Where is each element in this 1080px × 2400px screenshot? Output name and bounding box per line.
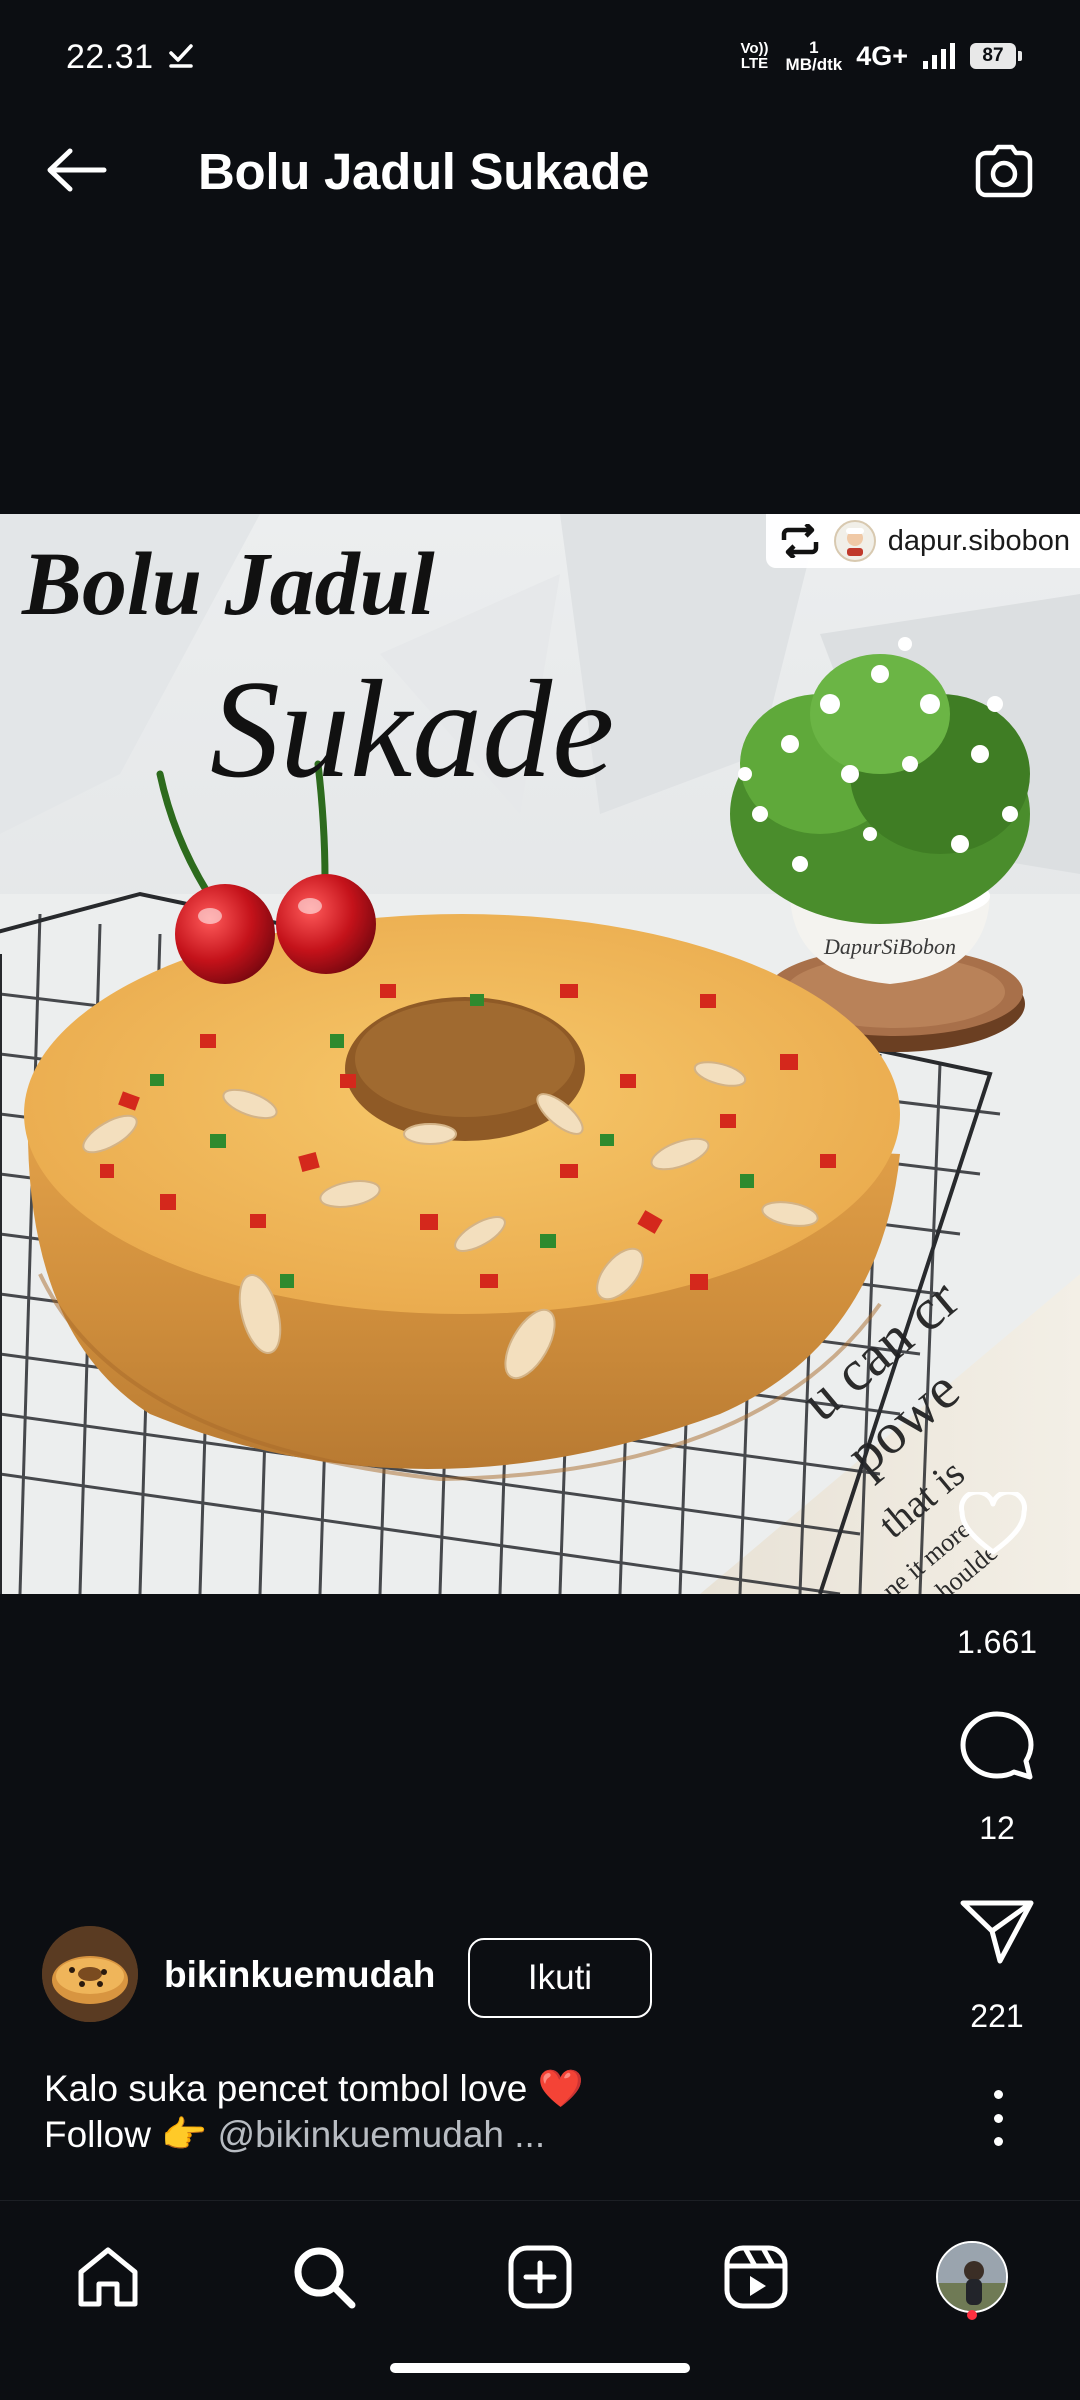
- reels-post-screen: 22.31 Vo)) LTE 1 MB/dtk 4G+ 87 Bolu Jadu…: [0, 0, 1080, 2400]
- more-vertical-icon-dot: [993, 2137, 1003, 2146]
- caption-mention[interactable]: @bikinkuemudah ...: [218, 2114, 546, 2155]
- camera-icon: [975, 144, 1033, 198]
- repost-tag[interactable]: dapur.sibobon: [765, 514, 1080, 568]
- signal-icon: [923, 43, 955, 69]
- more-options-button[interactable]: [980, 2090, 1016, 2146]
- paper-plane-icon: [960, 1900, 1034, 1964]
- arrow-left-icon: [47, 148, 107, 192]
- volte-top-text: Vo)): [740, 40, 769, 57]
- network-speed-value: 1: [809, 38, 819, 57]
- caption-line2: Follow 👉 @bikinkuemudah ...: [44, 2112, 944, 2158]
- share-count: 221: [970, 1998, 1024, 2034]
- caption-follow-prefix: Follow 👉: [44, 2114, 218, 2155]
- reels-icon: [724, 2245, 788, 2309]
- repost-icon: [781, 524, 819, 558]
- top-bar: Bolu Jadul Sukade: [0, 120, 1080, 220]
- nav-reels[interactable]: [716, 2237, 796, 2317]
- search-icon: [294, 2247, 356, 2309]
- author-username[interactable]: bikinkuemudah: [164, 1954, 435, 1996]
- network-speed-unit: MB/dtk: [785, 55, 843, 74]
- cake-photo: u can cr powe that is ne it more uo the …: [0, 514, 1080, 1594]
- caption-line1: Kalo suka pencet tombol love ❤️: [44, 2068, 584, 2109]
- battery-indicator: 87: [970, 43, 1022, 69]
- image-title-line2: Sukade: [210, 652, 614, 807]
- repost-avatar: [833, 520, 876, 562]
- status-bar: 22.31 Vo)) LTE 1 MB/dtk 4G+ 87: [0, 0, 1080, 92]
- more-vertical-icon-dot: [993, 2113, 1003, 2123]
- comment-button[interactable]: [952, 1706, 1042, 1786]
- repost-handle: dapur.sibobon: [887, 524, 1070, 557]
- like-count[interactable]: 1.661: [937, 1624, 1057, 1661]
- network-type: 4G+: [856, 40, 908, 71]
- volte-indicator: Vo)) LTE: [738, 41, 772, 71]
- pot-label: DapurSiBobon: [823, 934, 956, 959]
- create-post-icon: [508, 2245, 572, 2309]
- follow-button[interactable]: Ikuti: [468, 1938, 652, 2018]
- back-button[interactable]: [40, 140, 112, 200]
- comment-bubble-icon: [960, 1711, 1034, 1780]
- more-vertical-icon: [993, 2090, 1003, 2099]
- heart-icon[interactable]: [958, 1492, 1028, 1556]
- network-speed: 1 MB/dtk: [786, 39, 843, 73]
- profile-avatar: [936, 2241, 1008, 2313]
- nav-home[interactable]: [68, 2237, 148, 2317]
- notification-dot: [967, 2310, 977, 2320]
- share-button[interactable]: [952, 1892, 1042, 1972]
- home-indicator[interactable]: [390, 2363, 690, 2373]
- caption[interactable]: Kalo suka pencet tombol love ❤️ Follow 👉…: [44, 2066, 944, 2158]
- nav-profile[interactable]: [932, 2237, 1012, 2317]
- volte-bottom-text: LTE: [740, 55, 769, 72]
- status-indicators: Vo)) LTE 1 MB/dtk 4G+ 87: [738, 36, 1022, 76]
- page-title: Bolu Jadul Sukade: [198, 143, 650, 200]
- camera-button[interactable]: [968, 138, 1040, 204]
- download-done-icon: [169, 44, 193, 68]
- status-time: 22.31: [66, 38, 154, 76]
- post-image[interactable]: u can cr powe that is ne it more uo the …: [0, 514, 1080, 1594]
- image-title-line1: Bolu Jadul: [21, 535, 435, 634]
- author-avatar[interactable]: [42, 1926, 138, 2022]
- nav-create[interactable]: [500, 2237, 580, 2317]
- comment-count: 12: [979, 1810, 1015, 1846]
- nav-search[interactable]: [284, 2237, 364, 2317]
- home-icon: [78, 2247, 138, 2307]
